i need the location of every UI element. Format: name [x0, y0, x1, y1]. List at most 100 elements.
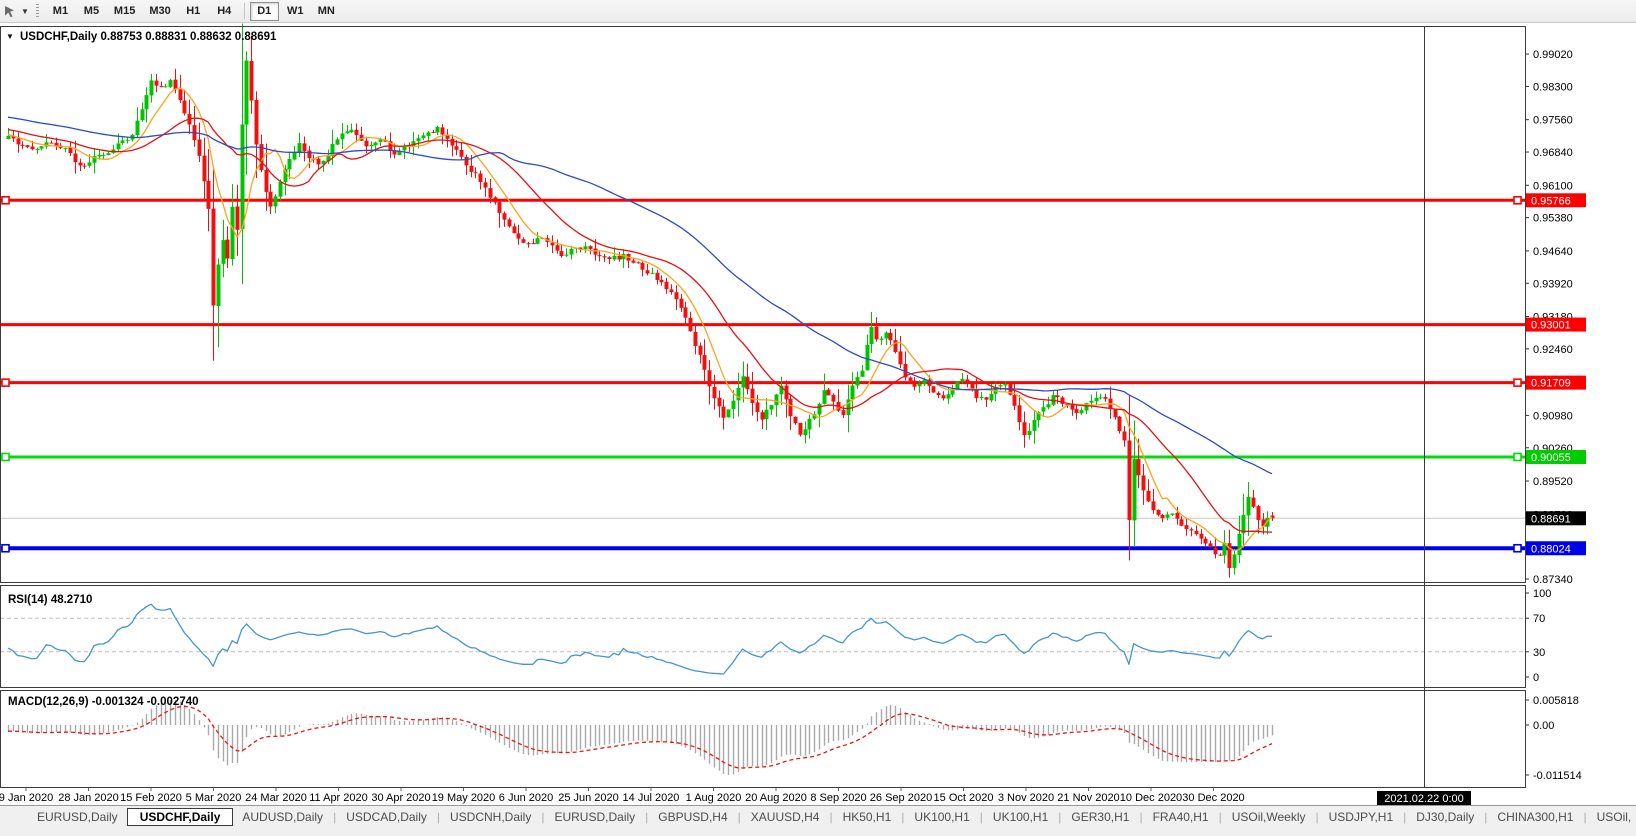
- tab-fra40-h1[interactable]: FRA40,H1: [1144, 808, 1218, 826]
- candle-body: [551, 243, 555, 246]
- timeframe-button-m5[interactable]: M5: [77, 2, 106, 21]
- candle-body: [971, 383, 975, 389]
- tab-gbpusd-h4[interactable]: GBPUSD,H4: [649, 808, 736, 826]
- candle-body: [980, 397, 984, 398]
- hline-handle[interactable]: [1514, 453, 1521, 460]
- candle-body: [751, 389, 755, 403]
- candle-body: [1133, 459, 1137, 520]
- candle-body: [1219, 555, 1223, 556]
- candle-body: [565, 255, 569, 256]
- candle-body: [298, 143, 302, 152]
- pointer-tool-icon: [3, 4, 18, 19]
- candle-body: [999, 385, 1003, 386]
- candle-body: [885, 333, 889, 339]
- tab-hk50-h1[interactable]: HK50,H1: [834, 808, 901, 826]
- tab-audusd-daily[interactable]: AUDUSD,Daily: [233, 808, 332, 826]
- hline-handle[interactable]: [1514, 379, 1521, 386]
- tab-usdcad-daily[interactable]: USDCAD,Daily: [337, 808, 436, 826]
- candle-body: [699, 346, 703, 355]
- timeframe-button-m15[interactable]: M15: [108, 2, 141, 21]
- candle-body: [31, 147, 35, 150]
- candle-body: [646, 270, 650, 273]
- candle-body: [441, 127, 445, 134]
- macd-axis-label: 0.00: [1533, 720, 1554, 732]
- candle-body: [756, 402, 760, 412]
- tab-usoil-weekly[interactable]: USOil,Weekly: [1223, 808, 1315, 826]
- chart-collapse-icon[interactable]: ▼: [6, 32, 14, 41]
- tab-ger30-h1[interactable]: GER30,H1: [1062, 808, 1138, 826]
- candle-body: [746, 377, 750, 389]
- candle-body: [474, 172, 478, 173]
- hline-handle[interactable]: [2, 379, 9, 386]
- candle-body: [722, 407, 726, 418]
- candle-body: [1171, 514, 1175, 515]
- timeframe-button-m1[interactable]: M1: [46, 2, 75, 21]
- tab-uk100-h1[interactable]: UK100,H1: [984, 808, 1057, 826]
- candle-body: [517, 233, 521, 238]
- tab-xauusd-h4[interactable]: XAUUSD,H4: [742, 808, 829, 826]
- candle-body: [1209, 543, 1213, 547]
- candle-body: [26, 145, 30, 147]
- candle-body: [250, 61, 254, 101]
- candle-body: [269, 192, 273, 207]
- candle-body: [966, 379, 970, 383]
- tab-usdjpy-h1[interactable]: USDJPY,H1: [1320, 808, 1402, 826]
- timeframe-button-m30[interactable]: M30: [143, 2, 176, 21]
- candle-body: [804, 429, 808, 435]
- candle-body: [1104, 397, 1108, 399]
- candle-body: [1056, 395, 1060, 397]
- hline-handle[interactable]: [1514, 197, 1521, 204]
- tab-usoil[interactable]: USOil,: [1588, 808, 1636, 826]
- timeframe-button-h1[interactable]: H1: [179, 2, 208, 21]
- timeframe-button-d1[interactable]: D1: [250, 2, 279, 21]
- price-tick-label: 0.93920: [1533, 278, 1573, 290]
- candle-body: [789, 399, 793, 416]
- candle-body: [350, 130, 354, 132]
- date-tick-label: 9 Jan 2020: [0, 792, 53, 804]
- price-tick-label: 0.90980: [1533, 410, 1573, 422]
- candle-body: [432, 132, 436, 133]
- tab-china300-h1[interactable]: CHINA300,H1: [1488, 808, 1582, 826]
- toolbar-drag-handle[interactable]: [36, 4, 39, 19]
- tab-usdchf-daily[interactable]: USDCHF,Daily: [127, 808, 234, 826]
- date-tick-label: 30 Dec 2020: [1182, 792, 1244, 804]
- candle-body: [1247, 497, 1251, 515]
- hline-handle[interactable]: [2, 197, 9, 204]
- candle-body: [665, 282, 669, 289]
- rsi-axis-label: 100: [1533, 588, 1551, 600]
- hline-handle[interactable]: [2, 545, 9, 552]
- candle-body: [1185, 525, 1189, 529]
- candle-body: [990, 394, 994, 400]
- candle-body: [827, 390, 831, 396]
- candle-body: [455, 146, 459, 150]
- timeframe-button-h4[interactable]: H4: [210, 2, 239, 21]
- candle-body: [179, 89, 183, 100]
- date-tick-label: 26 Sep 2020: [870, 792, 932, 804]
- candle-body: [889, 333, 893, 340]
- tab-eurusd-daily[interactable]: EURUSD,Daily: [545, 808, 644, 826]
- candle-body: [241, 124, 245, 229]
- candle-body: [451, 139, 455, 146]
- candle-body: [765, 410, 769, 419]
- timeframe-button-w1[interactable]: W1: [281, 2, 310, 21]
- candle-body: [1099, 397, 1103, 398]
- hline-handle[interactable]: [2, 453, 9, 460]
- tab-eurusd-daily[interactable]: EURUSD,Daily: [28, 808, 127, 826]
- candle-body: [875, 327, 879, 339]
- date-tick-label: 14 Jul 2020: [623, 792, 680, 804]
- date-tick-label: 30 Apr 2020: [371, 792, 430, 804]
- candle-body: [1233, 554, 1237, 568]
- candle-body: [799, 423, 803, 435]
- candle-body: [236, 206, 240, 229]
- candle-body: [1137, 459, 1141, 475]
- tab-dj30-daily[interactable]: DJ30,Daily: [1407, 808, 1483, 826]
- candle-body: [608, 257, 612, 259]
- date-tick-label: 21 Nov 2020: [1057, 792, 1119, 804]
- candle-body: [1123, 431, 1127, 440]
- candle-body: [1114, 409, 1118, 417]
- timeframe-button-mn[interactable]: MN: [312, 2, 341, 21]
- tab-uk100-h1[interactable]: UK100,H1: [905, 808, 978, 826]
- tab-usdcnh-daily[interactable]: USDCNH,Daily: [441, 808, 540, 826]
- chart-tool-button[interactable]: ▼: [0, 0, 32, 22]
- hline-handle[interactable]: [1514, 545, 1521, 552]
